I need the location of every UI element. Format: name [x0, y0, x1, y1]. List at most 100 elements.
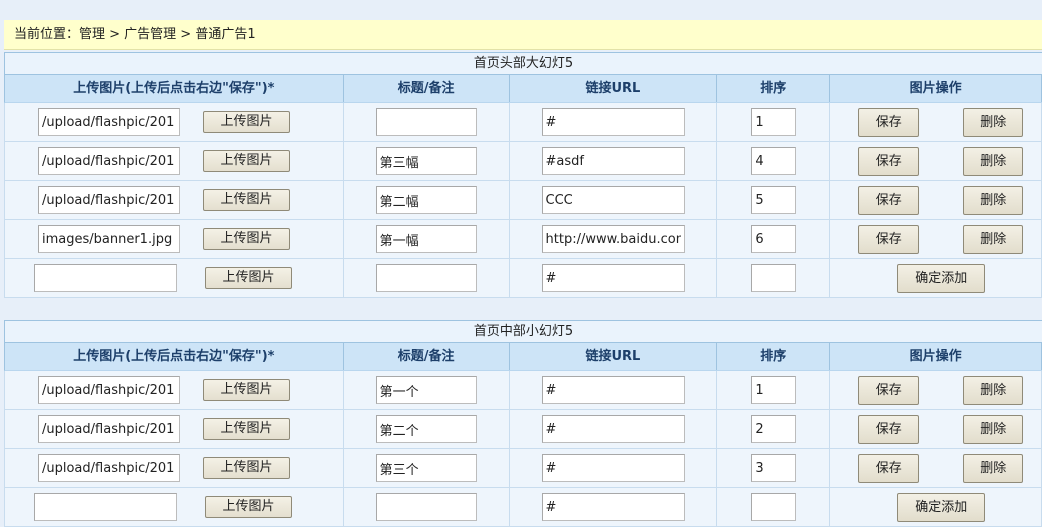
image-path-input[interactable]: [38, 454, 180, 482]
delete-button[interactable]: 删除: [963, 225, 1024, 254]
cell-url: [509, 371, 718, 410]
delete-button[interactable]: 删除: [963, 147, 1024, 176]
upload-image-button[interactable]: 上传图片: [203, 189, 290, 211]
url-input[interactable]: [541, 108, 685, 136]
order-input[interactable]: [751, 454, 797, 482]
cell-image: 上传图片: [5, 488, 344, 527]
cell-ops: 保存 删除: [830, 103, 1042, 142]
cell-image: 上传图片: [5, 259, 344, 298]
header-title: 标题/备注: [344, 75, 510, 102]
cell-title: [343, 488, 510, 527]
cell-url: [509, 449, 718, 488]
delete-button[interactable]: 删除: [963, 376, 1024, 405]
delete-button[interactable]: 删除: [963, 108, 1024, 137]
cell-image: 上传图片: [5, 371, 344, 410]
upload-image-button[interactable]: 上传图片: [203, 111, 290, 133]
cell-ops: 保存 删除: [830, 371, 1042, 410]
header-image: 上传图片(上传后点击右边"保存")*: [5, 343, 344, 370]
cell-order: [717, 449, 831, 488]
table-row: 上传图片 保存 删除: [4, 220, 1042, 259]
url-input[interactable]: [541, 454, 685, 482]
table-header: 上传图片(上传后点击右边"保存")* 标题/备注 链接URL 排序 图片操作: [4, 75, 1042, 103]
url-input[interactable]: [541, 376, 685, 404]
upload-image-button[interactable]: 上传图片: [205, 267, 292, 289]
save-button[interactable]: 保存: [858, 376, 920, 405]
image-path-input[interactable]: [34, 264, 177, 292]
order-input[interactable]: [751, 186, 797, 214]
save-button[interactable]: 保存: [858, 108, 920, 137]
cell-order: [717, 181, 831, 220]
cell-order: [717, 142, 831, 181]
header-order: 排序: [717, 75, 831, 102]
image-path-input[interactable]: [38, 376, 180, 404]
url-input[interactable]: [541, 493, 685, 521]
cell-url: [509, 488, 718, 527]
title-input[interactable]: [375, 376, 477, 404]
table-row: 上传图片 保存 删除: [4, 181, 1042, 220]
delete-button[interactable]: 删除: [963, 415, 1024, 444]
cell-ops: 保存 删除: [830, 142, 1042, 181]
cell-title: [343, 449, 510, 488]
url-input[interactable]: [541, 264, 685, 292]
table-row: 上传图片 保存 删除: [4, 410, 1042, 449]
header-url: 链接URL: [510, 343, 718, 370]
cell-order: [717, 410, 831, 449]
image-path-input[interactable]: [34, 493, 177, 521]
title-input[interactable]: [375, 108, 477, 136]
image-path-input[interactable]: [38, 415, 180, 443]
cell-image: 上传图片: [5, 449, 344, 488]
image-path-input[interactable]: [38, 225, 180, 253]
order-input[interactable]: [751, 493, 797, 521]
order-input[interactable]: [751, 376, 797, 404]
confirm-add-button[interactable]: 确定添加: [897, 264, 986, 293]
delete-button[interactable]: 删除: [963, 454, 1024, 483]
top-strip: [0, 0, 1042, 20]
cell-order: [717, 103, 831, 142]
image-path-input[interactable]: [38, 108, 180, 136]
url-input[interactable]: [541, 415, 685, 443]
upload-image-button[interactable]: 上传图片: [203, 228, 290, 250]
image-path-input[interactable]: [38, 147, 180, 175]
image-path-input[interactable]: [38, 186, 180, 214]
order-input[interactable]: [751, 108, 797, 136]
upload-image-button[interactable]: 上传图片: [203, 150, 290, 172]
order-input[interactable]: [751, 264, 797, 292]
confirm-add-button[interactable]: 确定添加: [897, 493, 986, 522]
cell-title: [343, 142, 510, 181]
url-input[interactable]: [541, 147, 685, 175]
upload-image-button[interactable]: 上传图片: [203, 457, 290, 479]
cell-url: [509, 259, 718, 298]
save-button[interactable]: 保存: [858, 186, 920, 215]
title-input[interactable]: [375, 225, 477, 253]
save-button[interactable]: 保存: [858, 454, 920, 483]
title-input[interactable]: [375, 147, 477, 175]
cell-order: [717, 259, 831, 298]
cell-ops: 保存 删除: [830, 220, 1042, 259]
order-input[interactable]: [751, 415, 797, 443]
cell-image: 上传图片: [5, 220, 344, 259]
breadcrumb: 当前位置：管理 > 广告管理 > 普通广告1: [4, 20, 1042, 50]
new-row: 上传图片 确定添加: [4, 259, 1042, 298]
cell-url: [509, 181, 718, 220]
save-button[interactable]: 保存: [858, 415, 920, 444]
order-input[interactable]: [751, 147, 797, 175]
upload-image-button[interactable]: 上传图片: [203, 418, 290, 440]
cell-image: 上传图片: [5, 103, 344, 142]
title-input[interactable]: [375, 264, 477, 292]
order-input[interactable]: [751, 225, 797, 253]
title-input[interactable]: [375, 186, 477, 214]
ad-section: 首页头部大幻灯5 上传图片(上传后点击右边"保存")* 标题/备注 链接URL 排序 图片…: [4, 52, 1042, 298]
title-input[interactable]: [375, 415, 477, 443]
title-input[interactable]: [375, 454, 477, 482]
cell-title: [343, 371, 510, 410]
upload-image-button[interactable]: 上传图片: [205, 496, 292, 518]
save-button[interactable]: 保存: [858, 147, 920, 176]
delete-button[interactable]: 删除: [963, 186, 1024, 215]
header-order: 排序: [717, 343, 831, 370]
url-input[interactable]: [541, 186, 685, 214]
upload-image-button[interactable]: 上传图片: [203, 379, 290, 401]
url-input[interactable]: [541, 225, 685, 253]
save-button[interactable]: 保存: [858, 225, 920, 254]
title-input[interactable]: [375, 493, 477, 521]
new-row: 上传图片 确定添加: [4, 488, 1042, 527]
